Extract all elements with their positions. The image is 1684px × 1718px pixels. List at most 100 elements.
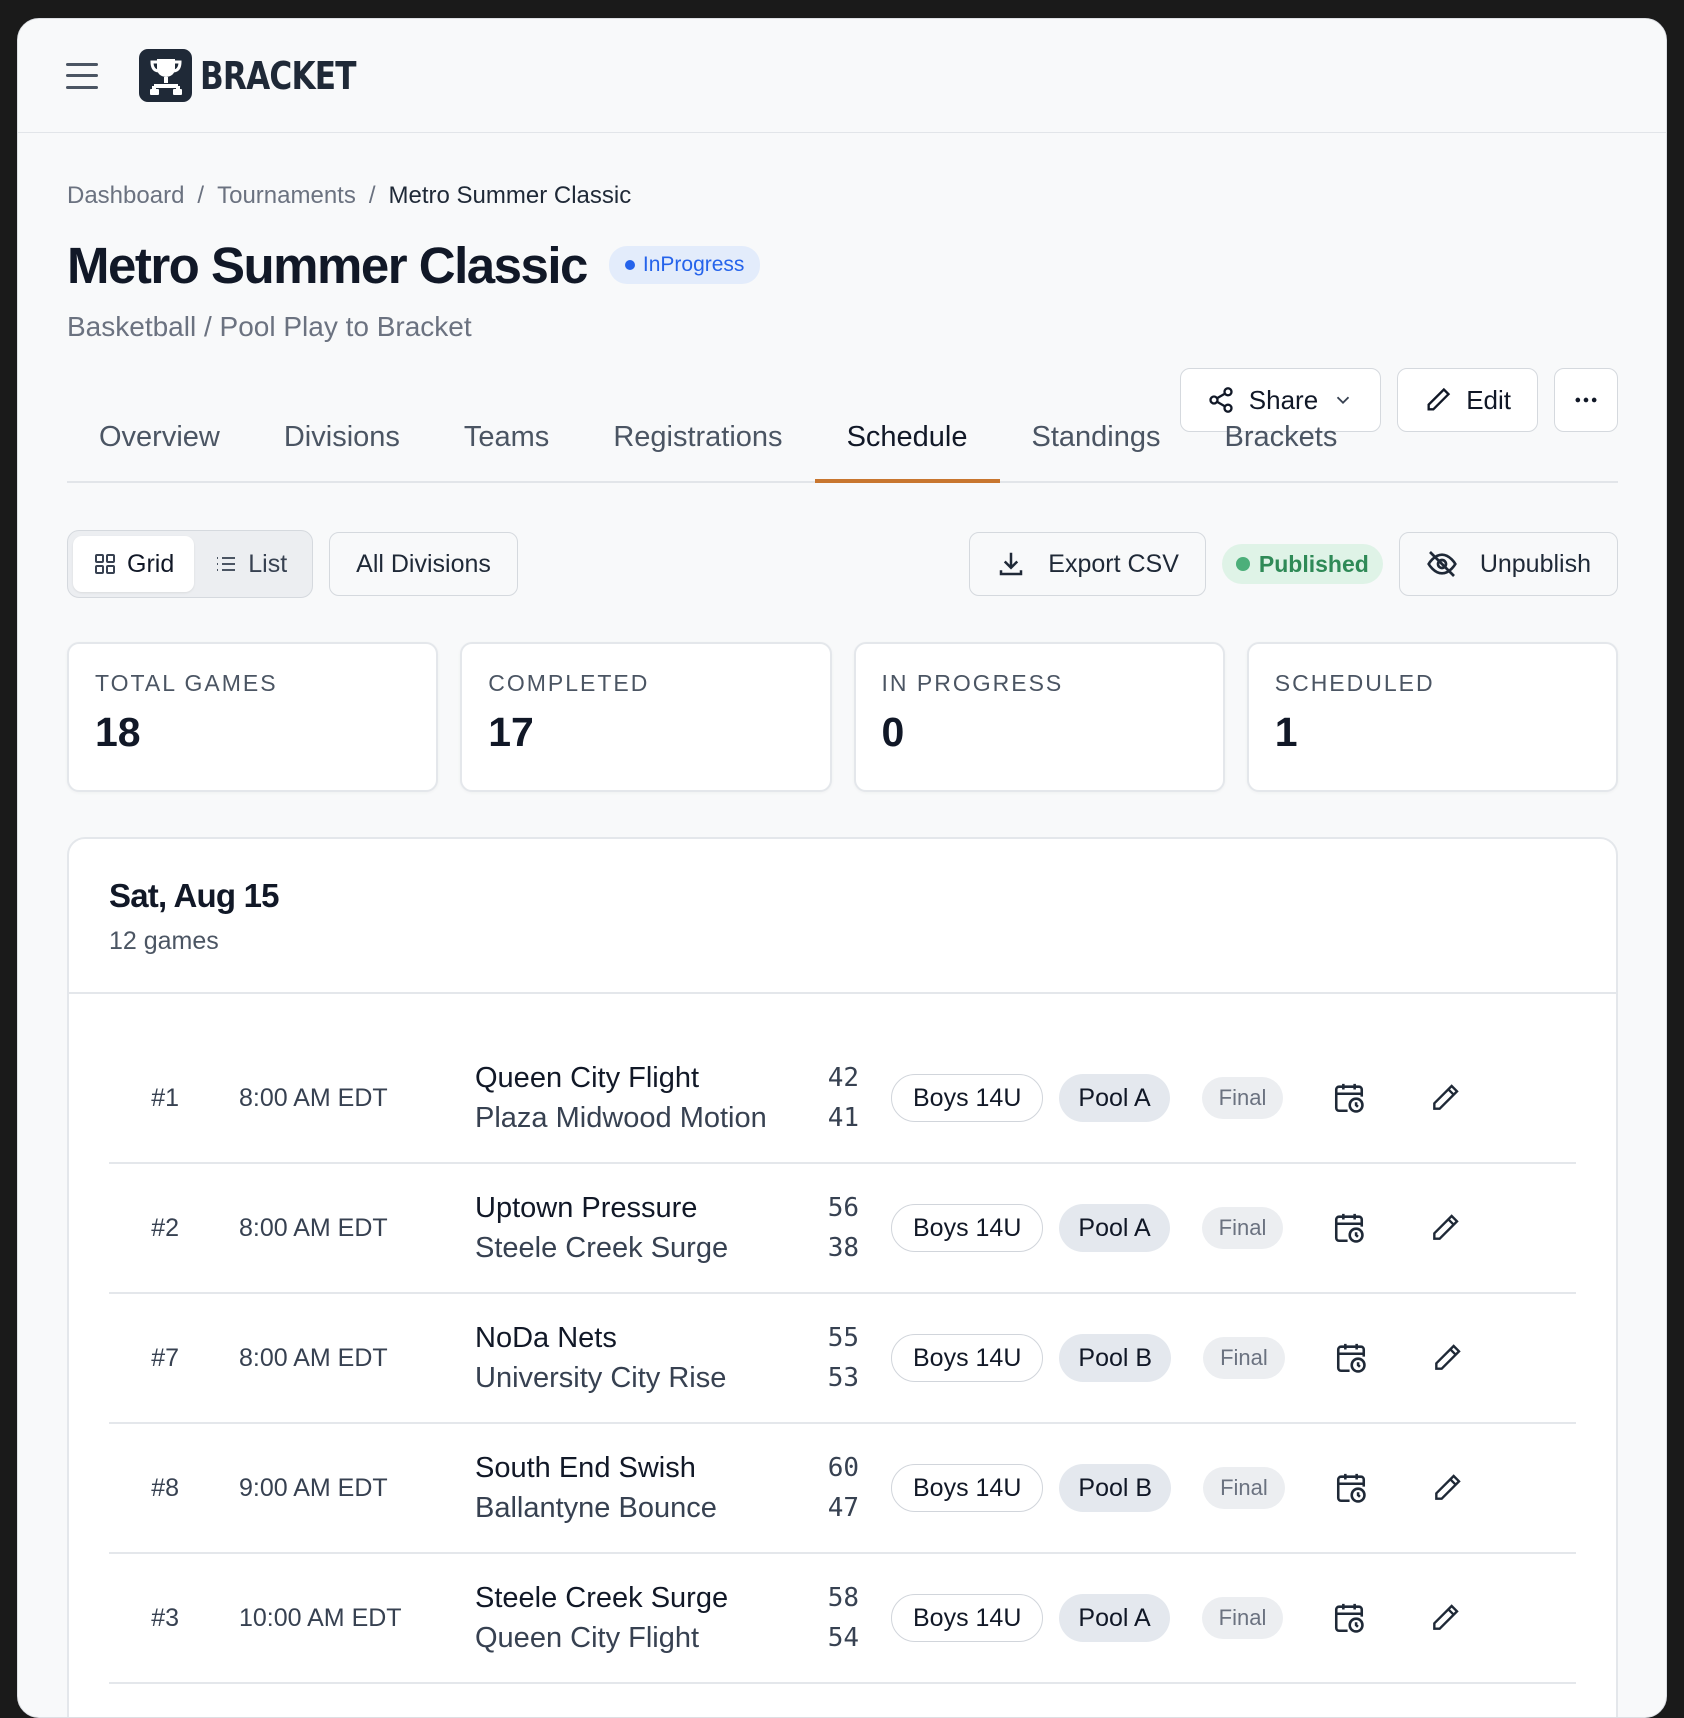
status-dot xyxy=(624,260,635,270)
pool-pill: Pool A xyxy=(1059,1594,1170,1642)
home-team[interactable]: NoDa Nets xyxy=(475,1318,809,1358)
away-score: 53 xyxy=(827,1363,859,1393)
game-row[interactable]: #8 9:00 AM EDT South End Swish Ballantyn… xyxy=(109,1424,1576,1554)
calendar-clock-icon xyxy=(1336,1343,1366,1373)
away-team[interactable]: Ballantyne Bounce xyxy=(475,1488,809,1528)
game-time: 9:00 AM EDT xyxy=(239,1473,388,1502)
tab-brackets[interactable]: Brackets xyxy=(1225,403,1338,481)
game-number: #8 xyxy=(151,1473,179,1502)
game-teams: Steele Creek Surge Queen City Flight xyxy=(399,1578,809,1658)
division-pill: Boys 14U xyxy=(891,1074,1044,1122)
reschedule-button[interactable] xyxy=(1331,1210,1367,1246)
stat-value: 17 xyxy=(488,709,534,755)
home-team[interactable]: South End Swish xyxy=(475,1448,809,1488)
home-team[interactable]: Uptown Pressure xyxy=(475,1188,809,1228)
away-score: 47 xyxy=(827,1493,859,1523)
edit-game-button[interactable] xyxy=(1427,1600,1463,1636)
game-number: #3 xyxy=(151,1603,179,1632)
logo[interactable]: BRACKET xyxy=(139,49,390,102)
game-score: 58 54 xyxy=(809,1578,859,1658)
home-team[interactable]: Steele Creek Surge xyxy=(475,1578,809,1618)
pool-pill: Pool B xyxy=(1059,1334,1172,1382)
day-schedule-card: Sat, Aug 15 12 games #1 8:00 AM EDT Quee… xyxy=(67,837,1618,1717)
eye-off-icon xyxy=(1426,551,1457,577)
edit-game-button[interactable] xyxy=(1427,1210,1463,1246)
home-team[interactable]: Queen City Flight xyxy=(475,1058,809,1098)
calendar-clock-icon xyxy=(1335,1213,1365,1243)
breadcrumb-current: Metro Summer Classic xyxy=(388,182,632,209)
stat-value: 0 xyxy=(881,709,905,755)
stat-label: TOTAL GAMES xyxy=(95,670,278,696)
main-content: Dashboard / Tournaments / Metro Summer C… xyxy=(18,133,1666,1717)
division-pill: Boys 14U xyxy=(891,1204,1044,1252)
stat-in-progress: IN PROGRESS 0 xyxy=(853,642,1225,792)
pool-pill: Pool A xyxy=(1059,1204,1170,1252)
game-status-badge: Final xyxy=(1203,1337,1285,1379)
away-score: 54 xyxy=(827,1623,859,1653)
export-csv-button[interactable]: Export CSV xyxy=(969,532,1206,596)
reschedule-button[interactable] xyxy=(1331,1600,1367,1636)
page-subtitle: Basketball / Pool Play to Bracket xyxy=(67,311,472,342)
more-options-button[interactable] xyxy=(1554,368,1618,432)
published-badge: Published xyxy=(1221,544,1383,584)
tab-schedule[interactable]: Schedule xyxy=(814,403,1000,483)
game-status-badge: Final xyxy=(1201,1597,1284,1639)
game-status-badge: Final xyxy=(1201,1077,1284,1119)
stats-row: TOTAL GAMES 18 COMPLETED 17 IN PROGRESS … xyxy=(67,642,1618,792)
download-icon xyxy=(1000,552,1023,576)
stat-completed: COMPLETED 17 xyxy=(460,642,832,792)
game-row[interactable]: #7 8:00 AM EDT NoDa Nets University City… xyxy=(109,1294,1576,1424)
game-row[interactable]: #3 10:00 AM EDT Steele Creek Surge Queen… xyxy=(109,1554,1576,1684)
pencil-icon xyxy=(1427,387,1451,411)
game-teams: Queen City Flight Plaza Midwood Motion xyxy=(399,1058,809,1138)
game-row[interactable]: #2 8:00 AM EDT Uptown Pressure Steele Cr… xyxy=(109,1164,1576,1294)
calendar-clock-icon xyxy=(1335,1603,1365,1633)
breadcrumb: Dashboard / Tournaments / Metro Summer C… xyxy=(67,181,1618,211)
reschedule-button[interactable] xyxy=(1333,1470,1369,1506)
division-filter-button[interactable]: All Divisions xyxy=(329,532,518,596)
unpublish-button[interactable]: Unpublish xyxy=(1398,532,1618,596)
tab-divisions[interactable]: Divisions xyxy=(284,403,400,481)
edit-game-button[interactable] xyxy=(1427,1080,1463,1116)
away-team[interactable]: University City Rise xyxy=(475,1358,809,1398)
edit-label: Edit xyxy=(1466,384,1511,415)
breadcrumb-dashboard[interactable]: Dashboard xyxy=(67,182,184,210)
tab-standings[interactable]: Standings xyxy=(1032,403,1161,481)
game-teams: South End Swish Ballantyne Bounce xyxy=(399,1448,809,1528)
reschedule-button[interactable] xyxy=(1331,1080,1367,1116)
home-score: 60 xyxy=(827,1453,859,1483)
grid-view-button[interactable]: Grid xyxy=(73,536,195,592)
breadcrumb-separator: / xyxy=(197,182,205,209)
logo-text: BRACKET xyxy=(200,53,357,98)
pencil-icon xyxy=(1433,1214,1460,1240)
stat-total-games: TOTAL GAMES 18 xyxy=(67,642,439,792)
division-pill: Boys 14U xyxy=(891,1334,1044,1382)
away-team[interactable]: Queen City Flight xyxy=(475,1618,809,1658)
reschedule-button[interactable] xyxy=(1333,1340,1369,1376)
list-view-button[interactable]: List xyxy=(194,536,307,592)
tab-overview[interactable]: Overview xyxy=(99,403,220,481)
stat-value: 1 xyxy=(1274,709,1298,755)
game-score: 56 38 xyxy=(809,1188,859,1268)
calendar-clock-icon xyxy=(1335,1083,1365,1113)
game-score: 55 53 xyxy=(809,1318,859,1398)
edit-game-button[interactable] xyxy=(1429,1340,1465,1376)
game-time: 8:00 AM EDT xyxy=(239,1083,388,1112)
away-team[interactable]: Plaza Midwood Motion xyxy=(475,1098,809,1138)
edit-game-button[interactable] xyxy=(1429,1470,1465,1506)
away-team[interactable]: Steele Creek Surge xyxy=(475,1228,809,1268)
game-time: 8:00 AM EDT xyxy=(239,1343,388,1372)
breadcrumb-tournaments[interactable]: Tournaments xyxy=(217,182,356,210)
view-toggle: Grid List xyxy=(67,530,314,598)
more-horizontal-icon xyxy=(1575,397,1597,403)
pencil-icon xyxy=(1433,1084,1460,1110)
day-header: Sat, Aug 15 12 games xyxy=(69,839,1616,994)
hamburger-icon[interactable] xyxy=(66,62,98,89)
pool-pill: Pool A xyxy=(1059,1074,1170,1122)
trophy-bracket-icon xyxy=(139,49,192,102)
tab-teams[interactable]: Teams xyxy=(464,403,549,481)
tab-registrations[interactable]: Registrations xyxy=(613,403,782,481)
status-badge: InProgress xyxy=(608,246,761,284)
game-row[interactable]: #1 8:00 AM EDT Queen City Flight Plaza M… xyxy=(109,1034,1576,1164)
edit-button[interactable]: Edit xyxy=(1397,368,1538,432)
